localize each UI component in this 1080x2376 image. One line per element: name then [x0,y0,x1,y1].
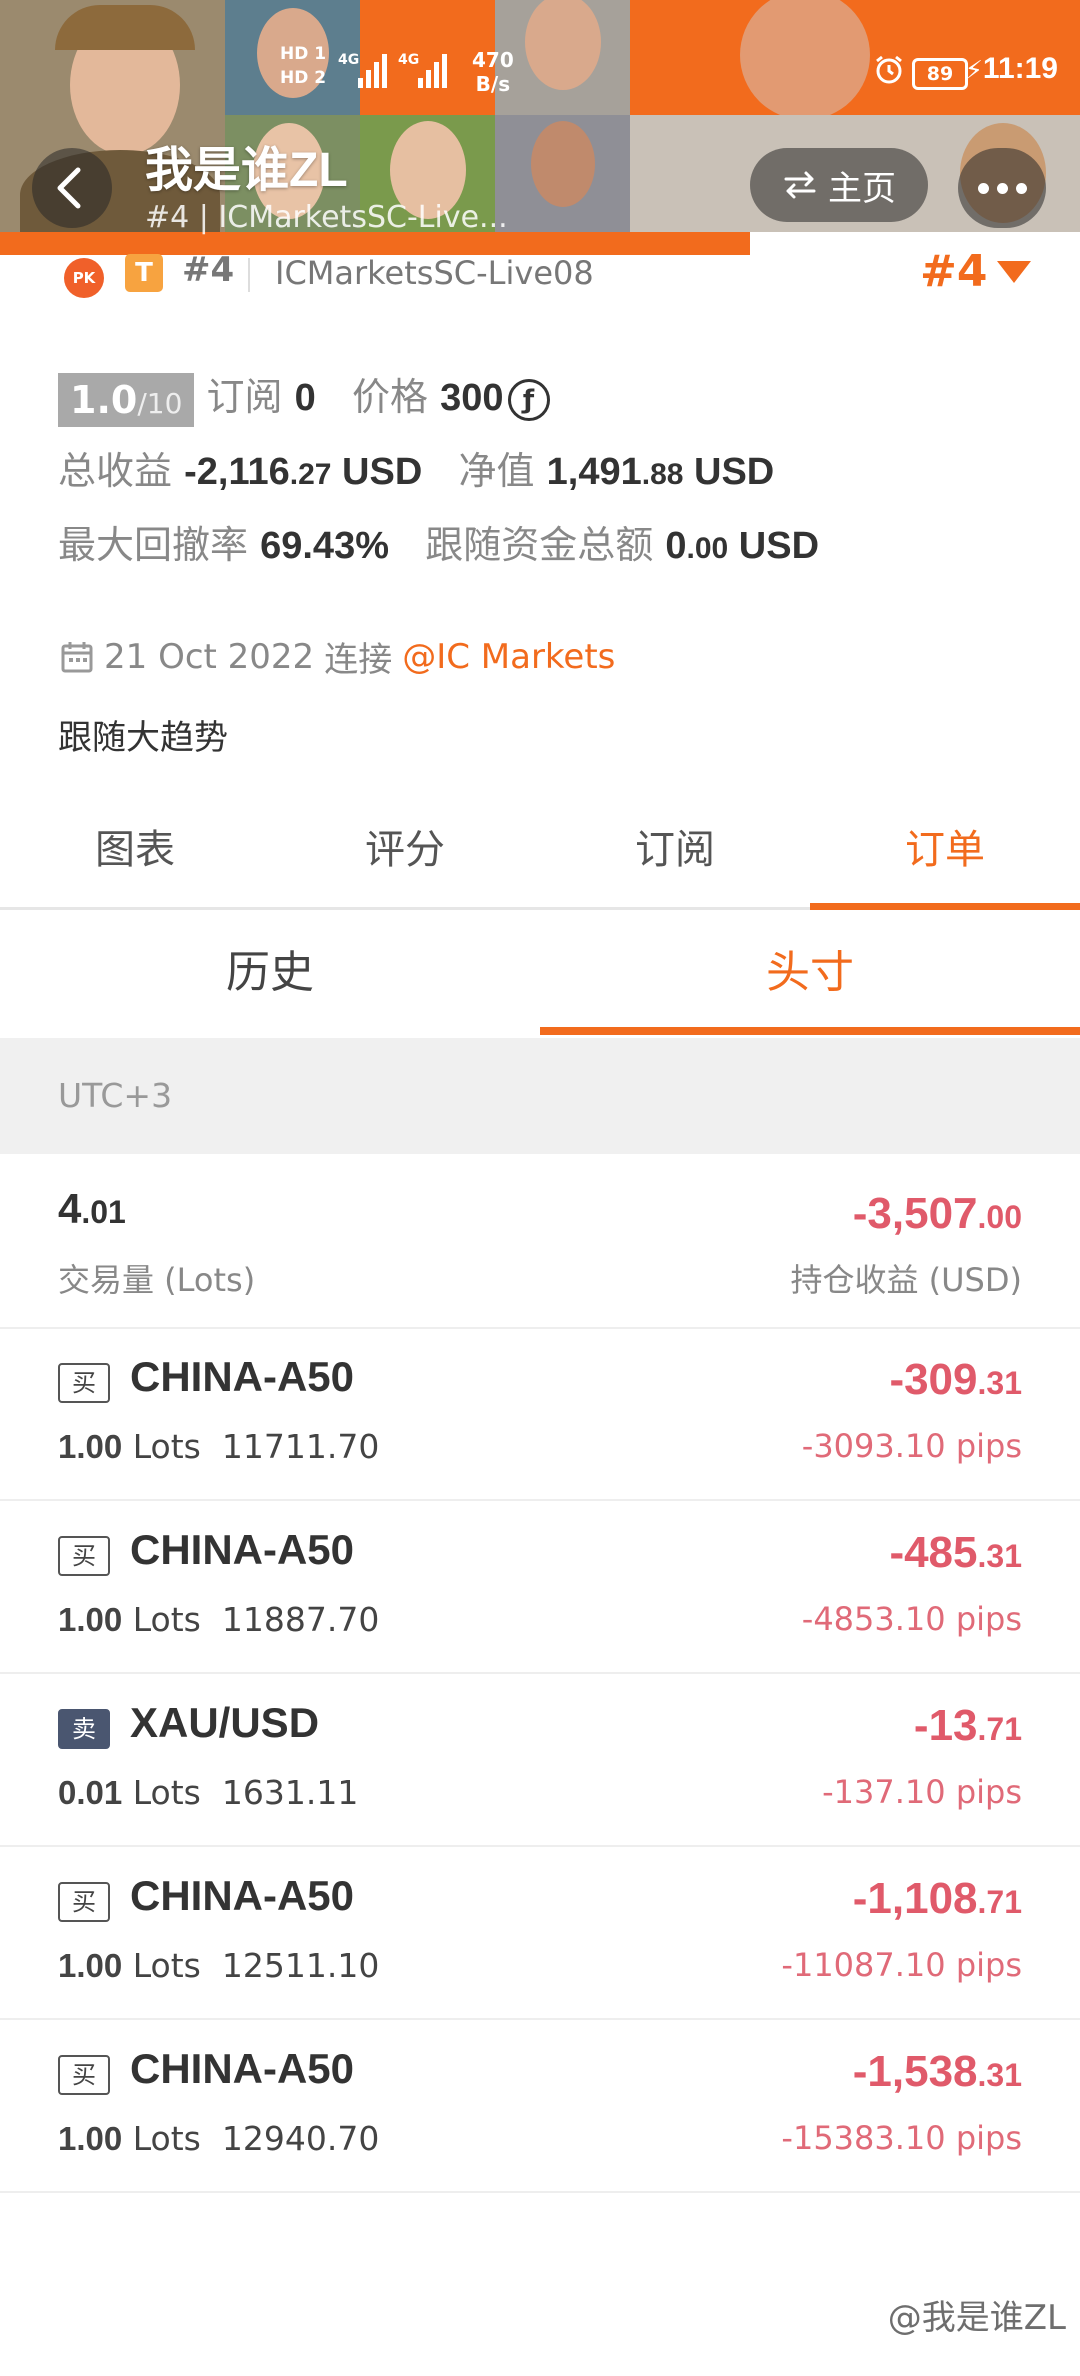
connect-label: 连接 [324,640,393,680]
position-symbol: CHINA-A50 [130,1526,355,1573]
price-label: 价格 [351,375,428,419]
subtab-positions[interactable]: 头寸 [540,910,1080,1035]
buy-badge: 买 [58,1363,110,1403]
signal-strength-icon-2 [418,50,447,88]
position-row[interactable]: 买 CHINA-A50 1.00 Lots 12511.10 -1,108.71… [0,1846,1080,2020]
connection-info: 21 Oct 2022 连接 @IC Markets [60,632,615,681]
tab-rating[interactable]: 评分 [270,785,540,907]
total-profit-value: -2,116.27 USD [184,451,423,493]
watermark: @我是谁ZL [887,2298,1066,2338]
equity-label: 净值 [458,449,535,493]
position-detail: 1.00 Lots 12940.70 [58,2119,380,2158]
buy-badge: 买 [58,2055,110,2095]
back-button[interactable] [32,148,112,228]
follow-funds-label: 跟随资金总额 [425,523,654,567]
position-pnl: -309.31 [889,1355,1022,1404]
network-speed: 470 B/s [472,48,514,96]
profile-header: HD 1 HD 2 4G 4G 470 B/s 89 ⚡ 11:19 我是谁ZL… [0,0,1080,255]
position-row[interactable]: 买 CHINA-A50 1.00 Lots 11711.70 -309.31 -… [0,1327,1080,1501]
buy-badge: 买 [58,1536,110,1576]
profit-row: 总收益 -2,116.27 USD 净值 1,491.88 USD [58,440,774,495]
timezone-label: UTC+3 [0,1038,1080,1154]
position-symbol: CHINA-A50 [130,2045,355,2092]
follow-funds-value: 0.00 USD [665,525,820,567]
position-pips: -15383.10 pips [781,2119,1022,2157]
tab-orders[interactable]: 订单 [810,785,1080,910]
subtab-history[interactable]: 历史 [0,910,540,1035]
position-pips: -137.10 pips [822,1773,1022,1811]
drawdown-value: 69.43% [260,525,389,567]
drawdown-row: 最大回撤率 69.43% 跟随资金总额 0.00 USD [58,514,819,569]
strategy-description: 跟随大趋势 [58,718,228,758]
connect-date: 21 Oct 2022 [104,636,315,677]
position-pnl: -1,538.31 [852,2047,1022,2096]
position-pnl: -13.71 [913,1701,1022,1750]
equity-value: 1,491.88 USD [546,451,775,493]
position-detail: 0.01 Lots 1631.11 [58,1773,359,1812]
chevron-left-icon [57,167,81,209]
position-row[interactable]: 买 CHINA-A50 1.00 Lots 12940.70 -1,538.31… [0,2019,1080,2193]
home-button[interactable]: 主页 [750,148,928,222]
rank-number: #4 [182,250,235,290]
position-pips: -4853.10 pips [801,1600,1022,1638]
more-options-button[interactable] [958,148,1046,228]
alarm-icon [876,55,902,84]
score-row: 1.0/10 订阅 0 价格 300 ƒ [58,366,550,427]
price-value: 300 [440,377,504,419]
position-pips: -3093.10 pips [801,1427,1022,1465]
more-dots-icon [977,182,989,194]
pk-badge: PK [64,258,104,298]
status-time: 11:19 [982,52,1058,85]
header-accent-band [0,232,750,255]
position-row[interactable]: 卖 XAU/USD 0.01 Lots 1631.11 -13.71 -137.… [0,1673,1080,1847]
sell-badge: 卖 [58,1709,110,1749]
position-pnl: -485.31 [889,1528,1022,1577]
position-pips: -11087.10 pips [781,1946,1022,1984]
position-symbol: CHINA-A50 [130,1353,355,1400]
caret-down-icon [997,260,1032,283]
battery-icon: 89 [912,58,968,90]
position-detail: 1.00 Lots 11887.70 [58,1600,380,1639]
total-lots-label: 交易量 (Lots) [58,1261,256,1299]
header-photo-8 [495,115,630,232]
calendar-icon [61,641,93,672]
swap-icon [784,171,816,199]
coin-icon: ƒ [507,378,550,421]
rank-dropdown-label: #4 [920,246,988,297]
drawdown-label: 最大回撤率 [58,523,249,567]
buy-badge: 买 [58,1882,110,1922]
network-type-1: 4G [338,52,360,68]
header-photo-4 [495,0,630,115]
total-pnl: -3,507.00 [852,1189,1022,1238]
network-type-2: 4G [398,52,420,68]
rank-dropdown[interactable]: #4 [920,246,1032,297]
order-subtabs: 历史 头寸 [0,910,1080,1035]
positions-summary: 4.01 交易量 (Lots) -3,507.00 持仓收益 (USD) [0,1155,1080,1329]
charging-icon: ⚡ [964,56,983,86]
main-tabs: 图表 评分 订阅 订单 [0,785,1080,910]
subscribe-label: 订阅 [206,375,283,419]
signal-strength-icon [358,50,387,88]
position-detail: 1.00 Lots 12511.10 [58,1946,380,1985]
home-button-label: 主页 [828,168,896,209]
hd-indicator: HD 1 HD 2 [280,44,327,88]
tab-subscription[interactable]: 订阅 [540,785,810,907]
total-lots: 4.01 [58,1185,126,1232]
divider [248,258,250,292]
position-detail: 1.00 Lots 11711.70 [58,1427,380,1466]
page-subtitle: #4 | ICMarketsSC-Live... [145,200,508,235]
subscribe-count: 0 [294,377,316,419]
position-symbol: CHINA-A50 [130,1872,355,1919]
total-profit-label: 总收益 [58,449,173,493]
tab-chart[interactable]: 图表 [0,785,270,907]
total-pnl-label: 持仓收益 (USD) [790,1261,1022,1299]
score-badge: 1.0/10 [58,372,195,427]
server-name: ICMarketsSC-Live08 [275,254,594,292]
trader-badge: T [125,254,163,292]
position-pnl: -1,108.71 [852,1874,1022,1923]
position-row[interactable]: 买 CHINA-A50 1.00 Lots 11887.70 -485.31 -… [0,1500,1080,1674]
page-title: 我是谁ZL [145,144,348,197]
broker-link[interactable]: @IC Markets [402,637,615,677]
position-symbol: XAU/USD [130,1699,320,1746]
